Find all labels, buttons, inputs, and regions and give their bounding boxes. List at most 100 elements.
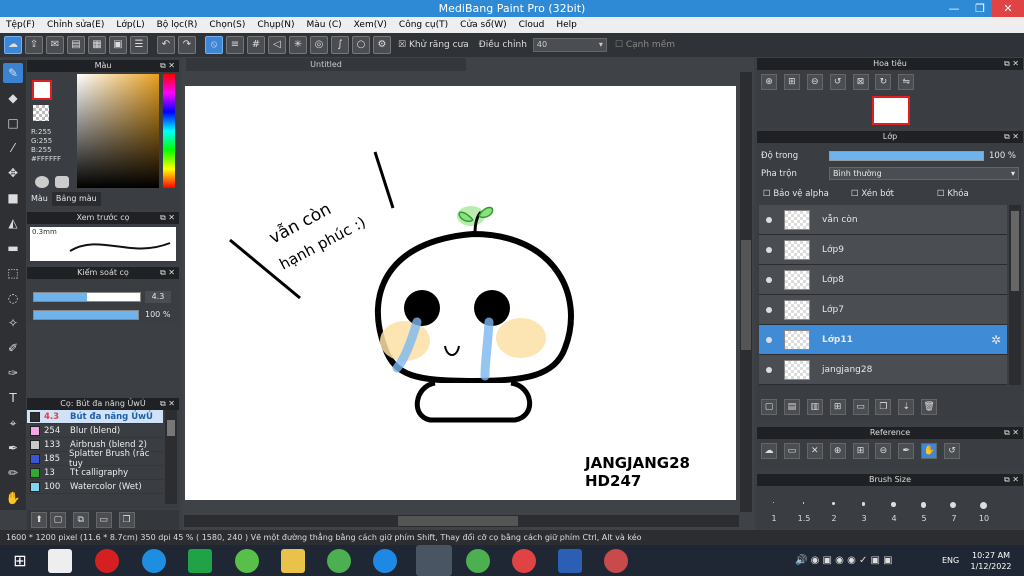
select-tool-icon[interactable]: ⬚ [3,263,23,283]
menu-tools[interactable]: Công cụ(T) [399,20,448,30]
circle-snap-icon[interactable]: ◎ [310,36,328,54]
menu-file[interactable]: Tệp(F) [6,20,35,30]
select-eraser-tool-icon[interactable]: ✑ [3,363,23,383]
hue-slider[interactable] [163,74,175,188]
opera-app-icon[interactable] [95,549,119,573]
canvas-horizontal-scrollbar[interactable] [184,515,739,527]
layer-list-scrollbar[interactable] [1009,205,1021,385]
brush-size-preset[interactable]: 7 [939,514,969,523]
brush-tool-icon[interactable]: ✎ [3,63,23,83]
panel-close-icon[interactable]: ⧉ ✕ [1004,427,1019,439]
ref-rotate-icon[interactable]: ↺ [944,443,960,459]
close-button[interactable]: ✕ [992,0,1024,17]
brush-size-preset[interactable]: 2 [819,514,849,523]
tab-color[interactable]: Màu [27,192,52,206]
brush-list-item[interactable]: 4.3 Bút đa năng ỦwÚ [27,410,163,424]
vanish-snap-icon[interactable]: ◁ [268,36,286,54]
comment-icon[interactable]: ✉ [46,36,64,54]
sharp-checkbox[interactable]: ☐ Cạnh mềm [615,40,675,50]
brush-size-value[interactable]: 4.3 [145,291,171,303]
panel-close-icon[interactable]: ⧉ ✕ [160,398,175,410]
snap-settings-icon[interactable]: ⚙ [373,36,391,54]
zoom-in-icon[interactable]: ⊕ [761,74,777,90]
brush-size-preset[interactable]: 3 [849,514,879,523]
menu-edit[interactable]: Chỉnh sửa(E) [47,20,104,30]
tray-icons[interactable]: 🔊 ◉ ▣ ◉ ◉ ✓ ▣ ▣ [795,555,893,566]
store-app-icon[interactable] [188,549,212,573]
eyedropper-tool-icon[interactable]: ✒ [3,438,23,458]
merge-layer-icon[interactable]: ⇣ [898,399,915,415]
layer-visibility-icon[interactable] [766,216,772,223]
menu-cloud[interactable]: Cloud [519,20,545,30]
ref-zoom-in-icon[interactable]: ⊕ [829,443,846,459]
grid-icon[interactable]: ▣ [109,36,127,54]
parallel-snap-icon[interactable]: ≡ [226,36,244,54]
eraser-tool-icon[interactable]: ◆ [3,88,23,108]
cloud-icon[interactable]: ☁ [4,36,22,54]
layer-visibility-icon[interactable] [766,276,772,283]
layer-folder-icon[interactable]: ▭ [852,399,869,415]
comment2-icon[interactable]: ▤ [67,36,85,54]
new-layer-8bit-icon[interactable]: ▤ [783,399,800,415]
divide-tool-icon[interactable]: ⌖ [3,413,23,433]
lock-checkbox[interactable]: ☐ Khóa [937,189,969,199]
page-icon[interactable]: ▦ [88,36,106,54]
minimize-button[interactable]: — [940,0,968,17]
word-app-icon[interactable] [558,549,582,573]
chrome-profile-app-icon[interactable] [466,549,490,573]
clock[interactable]: 10:27 AM 1/12/2022 [966,550,1016,572]
brush-size-slider[interactable] [33,292,141,302]
flip-icon[interactable]: ⇋ [898,74,915,90]
app-icon[interactable] [235,549,259,573]
new-layer-1bit-icon[interactable]: ▥ [806,399,823,415]
tab-palette[interactable]: Bảng màu [51,192,101,206]
ref-hand-icon[interactable]: ✋ [921,443,938,459]
language-indicator[interactable]: ENG [942,556,959,565]
pen-tool-icon[interactable]: ✏ [3,463,23,483]
app2-icon[interactable] [604,549,628,573]
document-tab[interactable]: Untitled [186,58,466,71]
fill-rect-tool-icon[interactable]: ■ [3,188,23,208]
undo-icon[interactable]: ↶ [157,36,175,54]
chrome-profile2-app-icon[interactable] [512,549,536,573]
ie-app-icon[interactable] [142,549,166,573]
menu-filter[interactable]: Bộ lọc(R) [157,20,198,30]
layer-item[interactable]: Lớp11 ✲ [759,325,1007,355]
ref-zoom-out-icon[interactable]: ⊖ [875,443,892,459]
canvas-vertical-scrollbar[interactable] [740,72,752,512]
layer-item[interactable]: Lớp7 [759,295,1007,325]
panel-close-icon[interactable]: ⧉ ✕ [1004,131,1019,143]
layer-visibility-icon[interactable] [766,336,772,343]
rect-tool-icon[interactable]: □ [3,113,23,133]
menu-layer[interactable]: Lớp(L) [116,20,144,30]
color-picker-square[interactable] [77,74,159,188]
add-brush-icon[interactable]: ⬆ [31,512,47,528]
copy-brush-icon[interactable]: ⧉ [72,512,89,528]
bucket-tool-icon[interactable]: ◭ [3,213,23,233]
open-folder-icon[interactable]: ▭ [783,443,800,459]
no-snap-icon[interactable]: ⦸ [205,36,223,54]
menu-snap[interactable]: Chụp(N) [257,20,294,30]
drawing-canvas[interactable]: vẫn còn hạnh phúc :) JANGJANG28 HD247 [185,86,736,500]
brush-size-preset[interactable]: 10 [969,514,999,523]
brush-size-preset[interactable]: 1 [759,514,789,523]
rotate-right-icon[interactable]: ↻ [875,74,892,90]
open-cloud-icon[interactable]: ☁ [761,443,777,459]
panel-close-icon[interactable]: ⧉ ✕ [1004,474,1019,486]
brush-size-preset[interactable]: 1.5 [789,514,819,523]
chrome-app-icon[interactable] [327,549,351,573]
navigator-thumbnail[interactable] [872,96,910,125]
cross-snap-icon[interactable]: # [247,36,265,54]
brush-size-preset[interactable]: 5 [909,514,939,523]
panel-close-icon[interactable]: ⧉ ✕ [1004,58,1019,70]
maximize-button[interactable]: ❐ [966,0,994,17]
ref-eyedropper-icon[interactable]: ✒ [898,443,915,459]
palette-icon[interactable] [35,176,49,188]
ring-snap-icon[interactable]: ○ [352,36,370,54]
rotate-reset-icon[interactable]: ⊠ [852,74,869,90]
delete-layer-icon[interactable]: 🗑 [921,399,938,415]
brush-list-scrollbar[interactable] [165,410,177,504]
zoom-fit-icon[interactable]: ⊞ [783,74,800,90]
adjust-select[interactable]: 40 ▾ [532,38,607,52]
layer-visibility-icon[interactable] [766,366,772,373]
